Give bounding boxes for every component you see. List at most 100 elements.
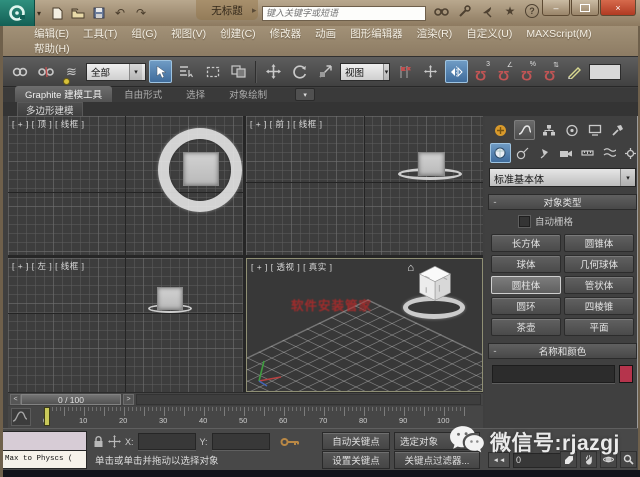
hierarchy-tab[interactable]: [539, 121, 558, 139]
next-frame-button[interactable]: >: [123, 394, 134, 405]
select-and-scale-button[interactable]: [314, 60, 337, 83]
select-and-rotate-button[interactable]: [288, 60, 311, 83]
open-file-button[interactable]: [70, 5, 86, 21]
select-object-button[interactable]: [149, 60, 172, 83]
app-menu-caret-icon[interactable]: ▾: [37, 9, 41, 18]
help-icon[interactable]: ?: [525, 4, 539, 18]
window-crossing-toggle[interactable]: [227, 60, 250, 83]
close-button[interactable]: ×: [600, 0, 636, 16]
object-type-rollout[interactable]: - 对象类型: [488, 194, 637, 210]
time-slider-handle[interactable]: 0 / 100: [21, 394, 121, 405]
lights-category[interactable]: [535, 144, 554, 162]
undo-button[interactable]: ↶: [112, 5, 128, 21]
menu-customize[interactable]: 自定义(U): [459, 26, 519, 41]
box-front-view[interactable]: [418, 152, 445, 176]
geometry-category[interactable]: [490, 143, 511, 163]
favorites-star-icon[interactable]: ★: [502, 3, 518, 19]
name-color-rollout[interactable]: - 名称和颜色: [488, 343, 637, 359]
snap-toggle-3d[interactable]: Ω3: [471, 61, 491, 83]
object-color-swatch[interactable]: [619, 365, 633, 383]
track-bar[interactable]: 0 10 20 30 40 50 60 70 80 90 100: [8, 406, 483, 428]
select-and-manipulate-button[interactable]: [419, 60, 442, 83]
x-coordinate-field[interactable]: [138, 433, 196, 450]
helpers-category[interactable]: [578, 144, 597, 162]
absolute-mode-icon[interactable]: [108, 435, 121, 448]
cameras-category[interactable]: [557, 144, 576, 162]
box-button[interactable]: 长方体: [491, 234, 561, 252]
rectangular-selection-region-button[interactable]: [201, 60, 224, 83]
plane-button[interactable]: 平面: [564, 318, 634, 336]
menu-create[interactable]: 创建(C): [213, 26, 263, 41]
subscription-dish-icon[interactable]: [479, 3, 495, 19]
minimize-button[interactable]: –: [542, 0, 570, 16]
viewport-perspective[interactable]: 软件安装管家 ⌂ [ + ] [ 透视 ] [ 真实 ]: [246, 258, 483, 392]
select-and-move-button[interactable]: [262, 60, 285, 83]
cylinder-button[interactable]: 圆柱体: [491, 276, 561, 294]
y-coordinate-field[interactable]: [212, 433, 270, 450]
polygon-modeling-panel[interactable]: 多边形建模: [17, 102, 83, 116]
auto-key-button[interactable]: 自动关键点: [322, 432, 390, 450]
sphere-button[interactable]: 球体: [491, 255, 561, 273]
viewcube-home-icon[interactable]: ⌂: [407, 262, 414, 274]
open-mini-curve-editor-button[interactable]: [11, 408, 31, 426]
percent-snap-toggle[interactable]: Ω%: [517, 61, 537, 83]
listener-script-line[interactable]: Max to Physcs (: [2, 450, 87, 469]
rollout-collapse-icon[interactable]: -: [489, 197, 501, 208]
maximize-button[interactable]: [571, 0, 599, 16]
rollout-collapse-icon[interactable]: -: [489, 346, 501, 357]
time-slider-track[interactable]: [136, 394, 481, 405]
reference-coordinate-dropdown[interactable]: 视图 ▾: [340, 63, 390, 81]
tab-graphite-modeling[interactable]: Graphite 建模工具: [15, 86, 112, 102]
viewport-perspective-label[interactable]: [ + ] [ 透视 ] [ 真实 ]: [251, 261, 333, 273]
menu-group[interactable]: 组(G): [124, 26, 164, 41]
edit-named-selection-button[interactable]: [563, 60, 586, 83]
select-by-name-button[interactable]: [175, 60, 198, 83]
listener-macro-line[interactable]: [2, 431, 87, 451]
menu-views[interactable]: 视图(V): [164, 26, 213, 41]
modify-tab[interactable]: [514, 120, 535, 140]
viewport-left[interactable]: [ + ] [ 左 ] [ 线框 ]: [8, 258, 243, 392]
display-tab[interactable]: [585, 121, 604, 139]
object-name-field[interactable]: [492, 365, 615, 383]
maxscript-mini-listener[interactable]: Max to Physcs (: [2, 431, 87, 468]
bind-to-space-warp-icon[interactable]: ≋: [60, 60, 83, 83]
torus-button[interactable]: 圆环: [491, 297, 561, 315]
tube-button[interactable]: 管状体: [564, 276, 634, 294]
selection-filter-dropdown[interactable]: 全部 ▾: [86, 63, 146, 81]
menu-edit[interactable]: 编辑(E): [27, 26, 76, 41]
ribbon-minimize-caret[interactable]: ▾: [295, 88, 315, 101]
menu-help[interactable]: 帮助(H): [27, 41, 77, 56]
selection-lock-icon[interactable]: [93, 435, 104, 448]
utilities-tab[interactable]: [608, 121, 627, 139]
viewport-top-label[interactable]: [ + ] [ 顶 ] [ 线框 ]: [12, 118, 85, 130]
set-key-button[interactable]: 设置关键点: [322, 451, 390, 469]
named-selection-flag-icon[interactable]: [393, 60, 416, 83]
create-tab[interactable]: [491, 121, 510, 139]
unlink-selection-icon[interactable]: [34, 60, 57, 83]
angle-snap-toggle[interactable]: Ω∠: [494, 61, 514, 83]
menu-animation[interactable]: 动画: [308, 26, 343, 41]
primitive-category-dropdown[interactable]: 标准基本体 ▾: [489, 168, 636, 187]
search-input[interactable]: [262, 6, 426, 21]
zoom-region-button[interactable]: [620, 451, 637, 468]
tab-selection[interactable]: 选择: [174, 86, 217, 102]
tab-object-paint[interactable]: 对象绘制: [217, 86, 279, 102]
viewport-top[interactable]: [ + ] [ 顶 ] [ 线框 ]: [8, 116, 243, 255]
menu-maxscript[interactable]: MAXScript(M): [519, 28, 598, 40]
application-menu-button[interactable]: [0, 0, 35, 26]
spinner-snap-toggle[interactable]: Ω⇅: [540, 61, 560, 83]
menu-rendering[interactable]: 渲染(R): [410, 26, 460, 41]
box-left-view[interactable]: [157, 287, 183, 310]
set-keys-key-icon[interactable]: [280, 436, 300, 448]
previous-frame-button[interactable]: <: [10, 394, 21, 405]
pyramid-button[interactable]: 四棱锥: [564, 297, 634, 315]
communication-wrench-icon[interactable]: [456, 3, 472, 19]
tab-freeform[interactable]: 自由形式: [112, 86, 174, 102]
box-perspective[interactable]: [413, 263, 457, 307]
teapot-button[interactable]: 茶壶: [491, 318, 561, 336]
new-file-button[interactable]: [49, 5, 65, 21]
search-expand-icon[interactable]: ▸: [252, 5, 257, 16]
box-top-view[interactable]: [183, 152, 219, 186]
menu-modifiers[interactable]: 修改器: [263, 26, 309, 41]
viewport-left-label[interactable]: [ + ] [ 左 ] [ 线框 ]: [12, 260, 85, 272]
